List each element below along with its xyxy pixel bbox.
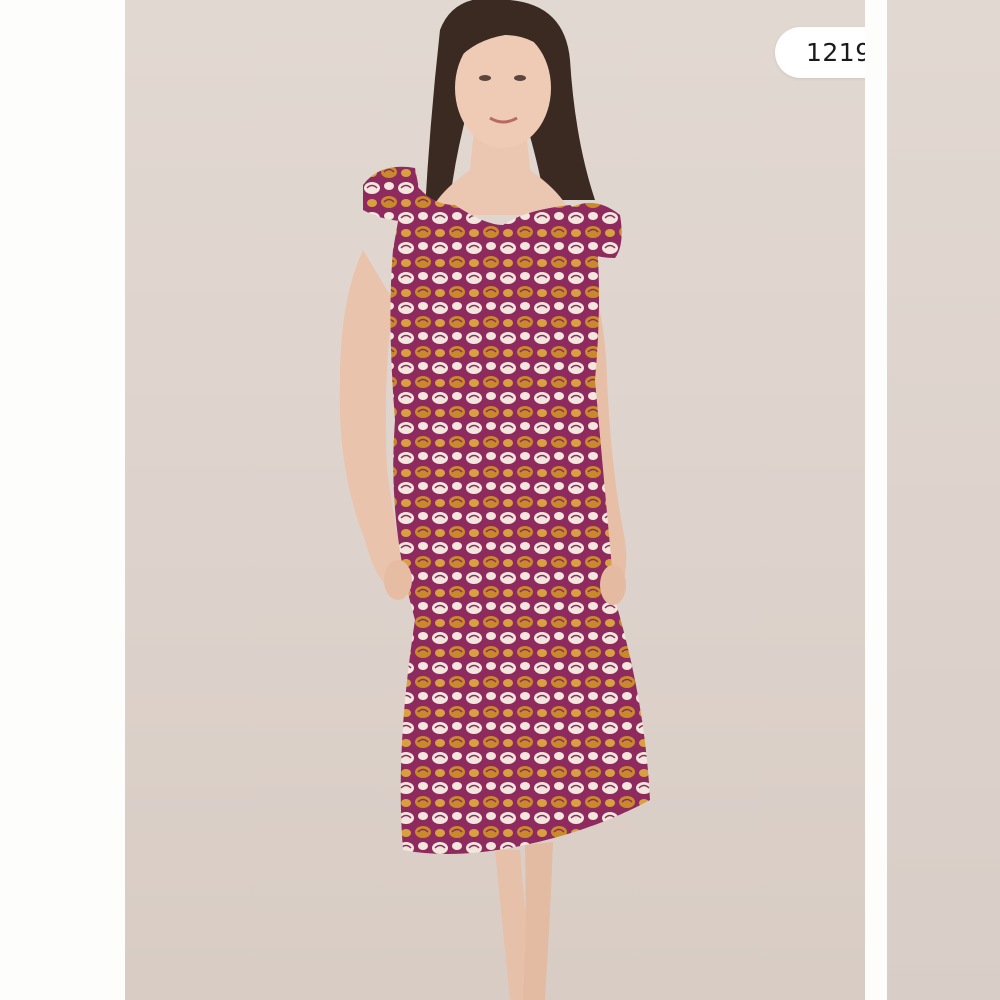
next-product-image-card[interactable] [887,0,1000,1000]
product-photo [339,0,650,1000]
like-count: 12197 [805,38,865,67]
like-button[interactable]: 12197 [775,27,865,78]
product-image-card[interactable]: 12197 [125,0,865,1000]
